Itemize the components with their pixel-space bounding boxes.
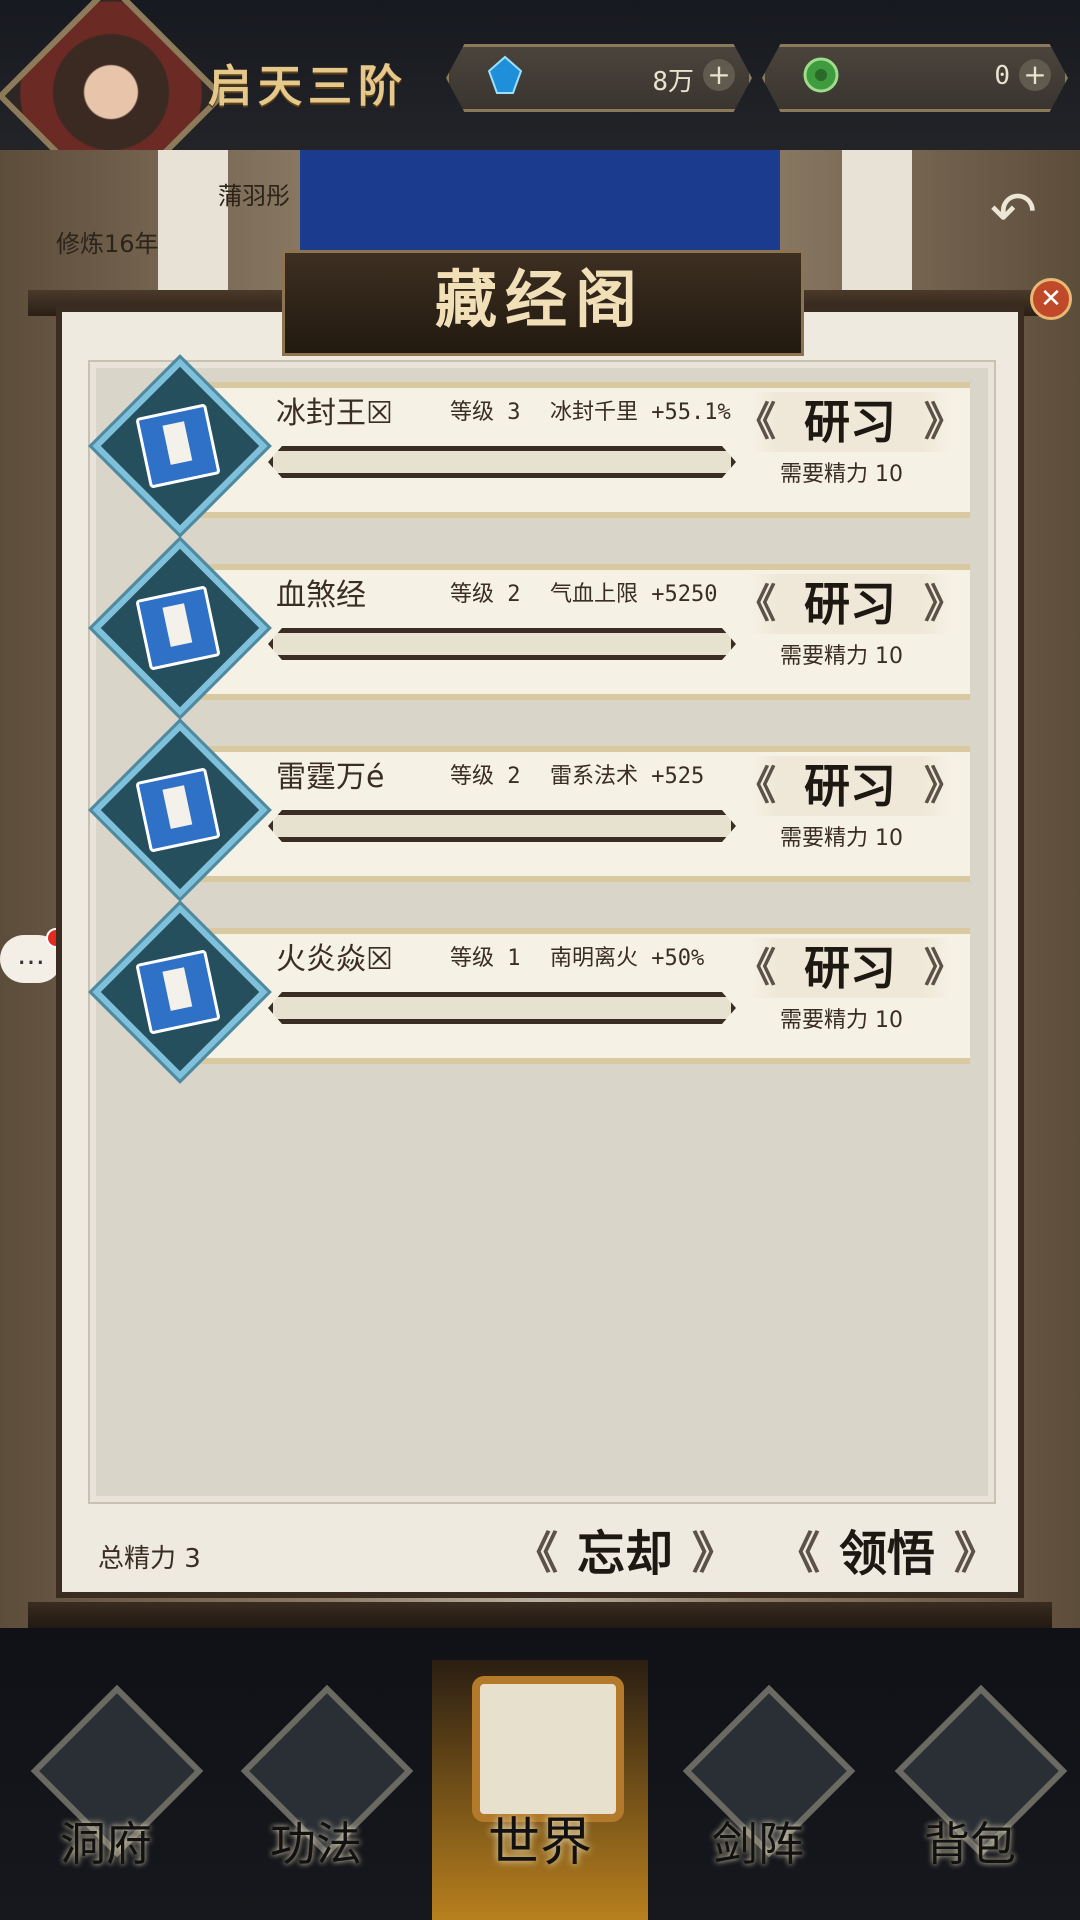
book-icon (135, 585, 221, 671)
scripture-progress-bar (268, 810, 736, 842)
gem-count: 8万 (652, 67, 694, 97)
book-icon (135, 949, 221, 1035)
realm-title: 启天三阶 (208, 61, 408, 112)
panel-title: 藏经阁 (434, 263, 645, 336)
green-jade-icon (803, 57, 839, 93)
nav-sword-array[interactable]: 剑阵 (668, 1684, 856, 1890)
study-button[interactable]: 研习 (736, 756, 964, 816)
scripture-effect: 雷系法术 +525 (550, 764, 705, 789)
add-jade-button[interactable]: + (1019, 59, 1051, 91)
nav-label: 洞府 (60, 1817, 152, 1871)
energy-requirement: 需要精力 10 (780, 644, 903, 669)
jade-resource: 0 + (762, 44, 1068, 112)
nav-label: 世界 (487, 1813, 592, 1873)
book-icon (135, 767, 221, 853)
scripture-row: 冰封王☒ 等级 3 冰封千里 +55.1% 研习 需要精力 10 (92, 358, 970, 534)
player-name: 蒲羽彤 (218, 182, 290, 210)
scripture-level: 等级 2 (450, 764, 521, 789)
scripture-progress-bar (268, 992, 736, 1024)
scripture-name: 冰封王☒ (276, 396, 393, 431)
scripture-name: 火炎焱☒ (276, 942, 393, 977)
energy-requirement: 需要精力 10 (780, 1008, 903, 1033)
scripture-level: 等级 2 (450, 582, 521, 607)
blue-gem-icon (487, 55, 523, 94)
scripture-name: 雷霆万é (276, 760, 385, 795)
gem-resource: 8万 + (446, 44, 752, 112)
scripture-row: 雷霆万é 等级 2 雷系法术 +525 研习 需要精力 10 (92, 722, 970, 898)
scripture-effect: 气血上限 +5250 (550, 582, 718, 607)
book-icon (135, 403, 221, 489)
scripture-level: 等级 3 (450, 400, 521, 425)
scripture-effect: 南明离火 +50% (550, 946, 705, 971)
nav-cave-abode[interactable]: 洞府 (16, 1684, 204, 1890)
forget-button[interactable]: 忘却 (514, 1522, 736, 1586)
scripture-name: 血煞经 (276, 578, 366, 613)
scripture-effect: 冰封千里 +55.1% (550, 400, 731, 425)
nav-techniques[interactable]: 功法 (226, 1684, 414, 1890)
back-arrow-icon[interactable]: ↶ (990, 180, 1037, 245)
study-button[interactable]: 研习 (736, 574, 964, 634)
nav-world[interactable]: 世界 (432, 1660, 648, 1920)
close-icon[interactable]: ✕ (1030, 278, 1072, 320)
cultivation-years: 修炼16年 (56, 230, 159, 258)
nav-label: 剑阵 (712, 1817, 804, 1871)
nav-label: 背包 (924, 1817, 1016, 1871)
study-button[interactable]: 研习 (736, 392, 964, 452)
scripture-level: 等级 1 (450, 946, 521, 971)
jade-count: 0 (994, 61, 1010, 91)
study-button[interactable]: 研习 (736, 938, 964, 998)
right-pillar (842, 150, 912, 300)
nav-label: 功法 (270, 1817, 362, 1871)
scripture-progress-bar (268, 446, 736, 478)
total-energy: 总精力 3 (98, 1544, 201, 1574)
scripture-row: 血煞经 等级 2 气血上限 +5250 研习 需要精力 10 (92, 540, 970, 716)
nav-backpack[interactable]: 背包 (880, 1684, 1068, 1890)
energy-requirement: 需要精力 10 (780, 826, 903, 851)
scripture-progress-bar (268, 628, 736, 660)
energy-requirement: 需要精力 10 (780, 462, 903, 487)
scripture-row: 火炎焱☒ 等级 1 南明离火 +50% 研习 需要精力 10 (92, 904, 970, 1080)
add-gem-button[interactable]: + (703, 59, 735, 91)
comprehend-button[interactable]: 领悟 (776, 1522, 998, 1586)
